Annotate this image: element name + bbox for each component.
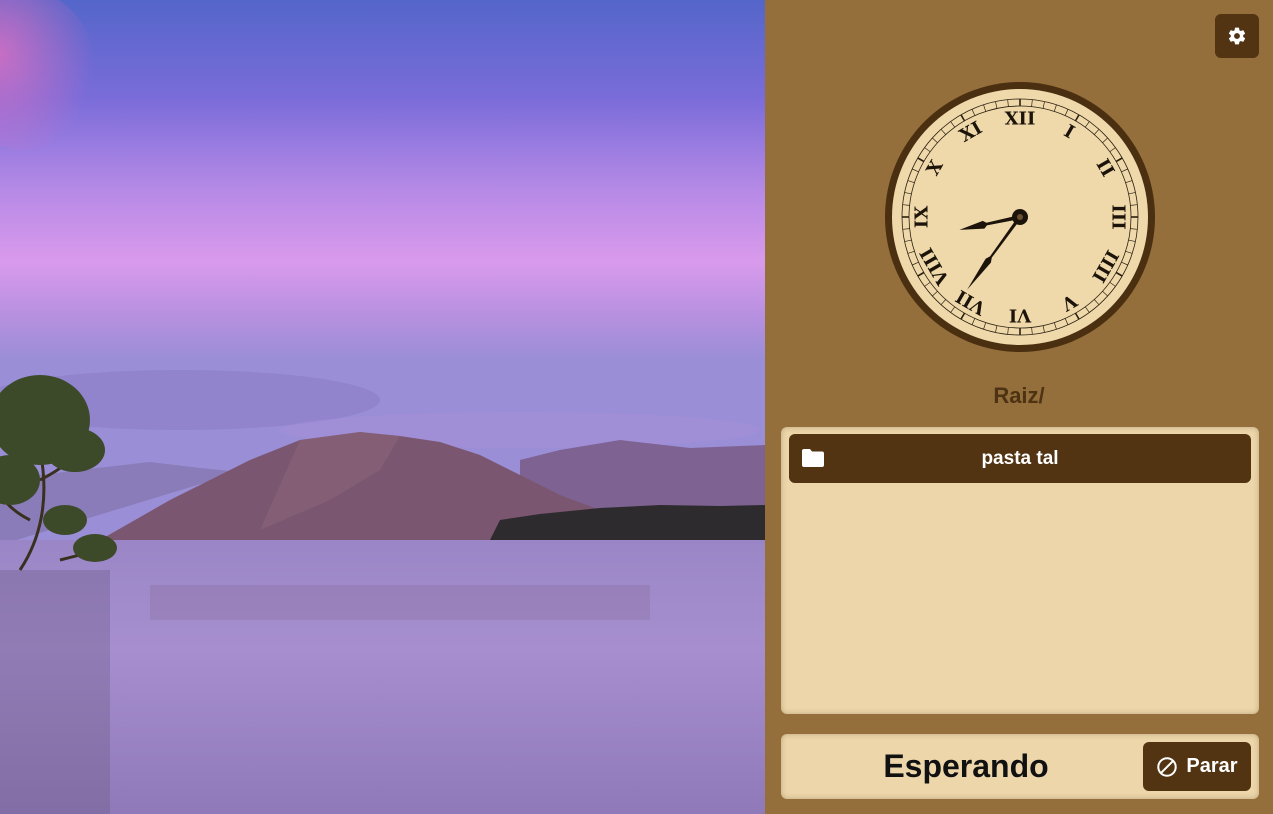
folder-icon bbox=[802, 449, 824, 467]
stop-button[interactable]: Parar bbox=[1143, 742, 1251, 791]
status-text: Esperando bbox=[883, 748, 1049, 784]
side-panel: XII I II III IIII V VI VII VIII IX X XI Raiz/ pasta… bbox=[765, 0, 1273, 814]
landscape-image bbox=[0, 0, 765, 814]
clock-numeral: XII bbox=[1005, 109, 1036, 130]
folder-label: pasta tal bbox=[981, 447, 1059, 469]
clock-hub-center bbox=[1017, 214, 1023, 220]
ban-icon bbox=[1157, 756, 1178, 777]
file-list: pasta tal bbox=[781, 427, 1259, 714]
clock-numeral: IX bbox=[912, 206, 933, 228]
status-bar: Esperando Parar bbox=[781, 734, 1259, 799]
settings-button[interactable] bbox=[1215, 14, 1259, 58]
gear-icon bbox=[1228, 27, 1246, 45]
analog-clock: XII I II III IIII V VI VII VIII IX X XI bbox=[883, 80, 1157, 354]
clock-numeral: VI bbox=[1009, 305, 1032, 326]
current-path: Raiz/ bbox=[993, 383, 1045, 408]
app-root: XII I II III IIII V VI VII VIII IX X XI Raiz/ pasta… bbox=[0, 0, 1273, 814]
list-item-folder[interactable]: pasta tal bbox=[789, 434, 1251, 483]
clock-numeral: III bbox=[1108, 204, 1129, 229]
stop-label: Parar bbox=[1186, 755, 1238, 777]
